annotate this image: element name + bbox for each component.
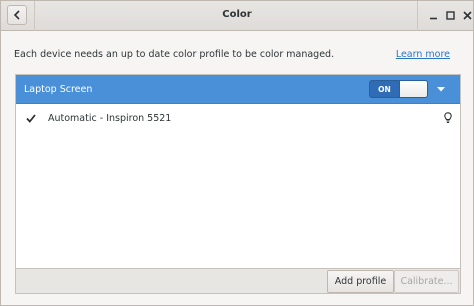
- color-settings-window: Color Each device needs an up to date co…: [0, 0, 474, 306]
- device-panel: Laptop Screen ON Automatic - Inspiron 55…: [15, 74, 461, 294]
- close-button[interactable]: [460, 8, 474, 22]
- minimize-icon: [429, 17, 437, 19]
- checkmark-icon: [26, 114, 36, 123]
- info-row: Each device needs an up to date color pr…: [14, 49, 454, 63]
- info-text: Each device needs an up to date color pr…: [14, 49, 335, 60]
- header-separator: [417, 1, 418, 31]
- header-bar: Color: [1, 1, 473, 31]
- profile-name: Automatic - Inspiron 5521: [48, 113, 172, 124]
- switch-on-label: ON: [378, 84, 391, 94]
- add-profile-button[interactable]: Add profile: [327, 270, 394, 293]
- learn-more-link[interactable]: Learn more: [396, 49, 450, 60]
- profile-row[interactable]: Automatic - Inspiron 5521: [16, 105, 460, 131]
- window-title: Color: [222, 9, 252, 20]
- device-name: Laptop Screen: [24, 84, 93, 95]
- lightbulb-icon[interactable]: [444, 112, 452, 124]
- minimize-button[interactable]: [426, 8, 440, 22]
- device-row-laptop-screen[interactable]: Laptop Screen ON: [16, 75, 460, 104]
- close-icon: [462, 10, 472, 20]
- switch-knob: [399, 81, 427, 97]
- calibrate-button[interactable]: Calibrate...: [394, 270, 459, 293]
- maximize-icon: [445, 10, 455, 20]
- maximize-button[interactable]: [443, 8, 457, 22]
- panel-toolbar: Add profile Calibrate...: [16, 268, 460, 293]
- chevron-down-icon[interactable]: [436, 86, 446, 93]
- device-toggle-switch[interactable]: ON: [369, 80, 428, 98]
